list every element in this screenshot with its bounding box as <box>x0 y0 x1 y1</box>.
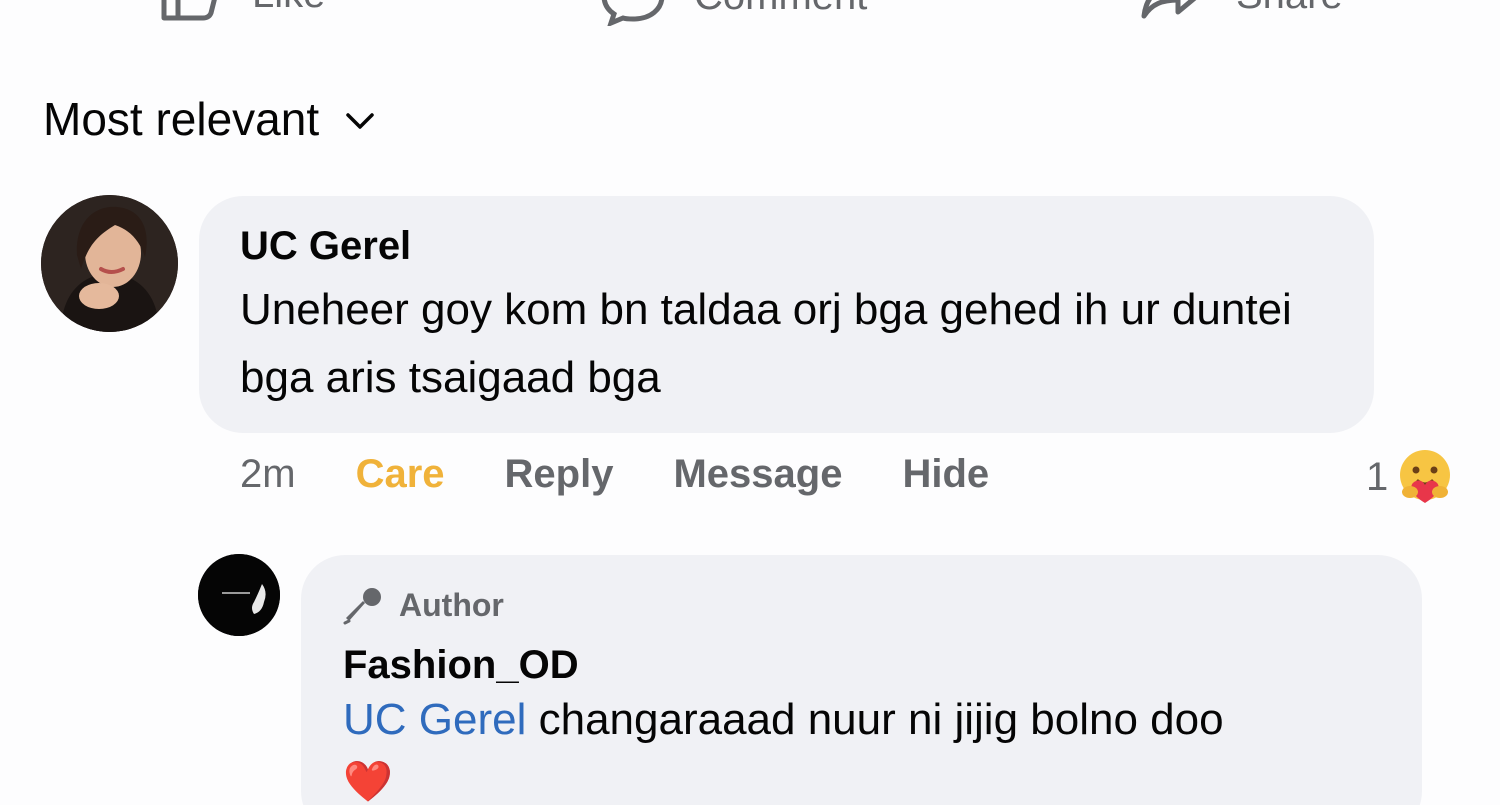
reaction-count-number: 1 <box>1366 454 1389 499</box>
chevron-down-icon <box>346 113 374 129</box>
comment-author-name[interactable]: UC Gerel <box>240 222 1334 270</box>
author-badge-label: Author <box>399 587 504 623</box>
share-button[interactable]: Share <box>1140 0 1343 24</box>
profile-photo <box>41 195 178 332</box>
comment-actions: 2m Care Reply Message Hide <box>240 452 989 497</box>
share-label: Share <box>1236 0 1343 18</box>
share-arrow-icon <box>1141 0 1197 19</box>
avatar[interactable] <box>198 554 280 636</box>
reaction-count[interactable]: 1 <box>1366 448 1454 506</box>
reply-text: UC Gerel changaraaad nuur ni jijig bolno… <box>343 689 1382 805</box>
hide-button[interactable]: Hide <box>902 452 989 497</box>
sort-dropdown[interactable]: Most relevant <box>43 92 375 146</box>
author-badge: Author <box>343 583 1382 627</box>
page-logo <box>198 554 280 636</box>
comment-bubble: UC Gerel Uneheer goy kom bn taldaa orj b… <box>199 196 1374 433</box>
sort-label: Most relevant <box>43 93 320 145</box>
comment-text: Uneheer goy kom bn taldaa orj bga gehed … <box>240 285 1292 402</box>
reply-button[interactable]: Reply <box>505 452 614 497</box>
comment-label: Comment <box>694 0 867 19</box>
reply-bubble: Author Fashion_OD UC Gerel changaraaad n… <box>301 555 1422 805</box>
comments-screen: Like Comment Share Most relevant <box>0 0 1500 805</box>
reaction-button[interactable]: Care <box>356 452 445 497</box>
reply-author-name[interactable]: Fashion_OD <box>343 641 1382 689</box>
thumbs-up-icon <box>161 0 217 21</box>
post-action-bar: Like Comment Share <box>0 0 1500 26</box>
comment-button[interactable]: Comment <box>600 0 867 26</box>
mention-link[interactable]: UC Gerel <box>343 695 526 744</box>
avatar[interactable] <box>41 195 178 332</box>
like-button[interactable]: Like <box>160 0 325 22</box>
reply-body: changaraaad nuur ni jijig bolno doo <box>526 695 1224 744</box>
care-emoji-icon <box>1400 450 1451 503</box>
message-button[interactable]: Message <box>673 452 842 497</box>
comment-bubble-icon <box>601 0 665 26</box>
comment-timestamp[interactable]: 2m <box>240 452 296 497</box>
like-label: Like <box>252 0 325 17</box>
microphone-icon <box>343 588 381 625</box>
heart-emoji: ❤️ <box>343 760 393 804</box>
